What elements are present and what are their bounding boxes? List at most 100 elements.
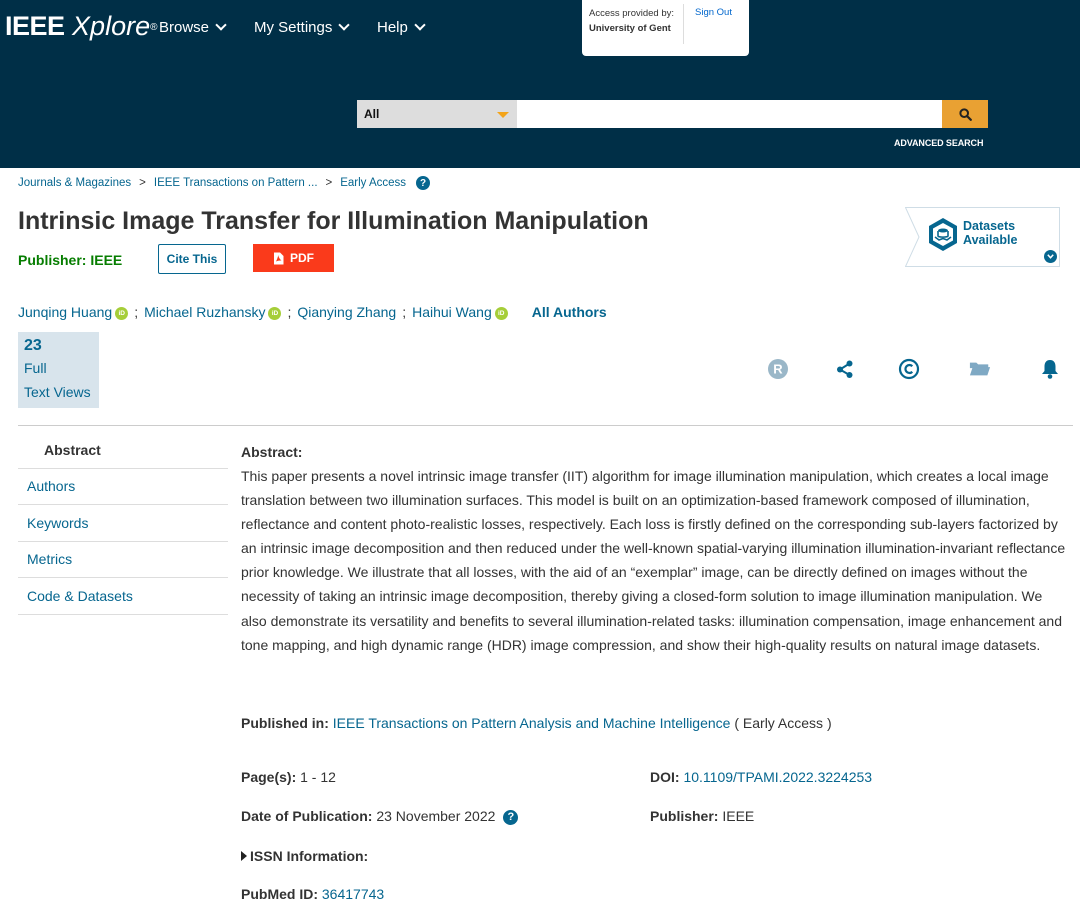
author-link[interactable]: Michael Ruzhansky iD bbox=[144, 304, 282, 320]
datasets-icon bbox=[929, 218, 957, 251]
doi-link[interactable]: 10.1109/TPAMI.2022.3224253 bbox=[683, 769, 872, 785]
institutional-access-box: Access provided by: University of Gent S… bbox=[582, 0, 749, 56]
author-separator: ; bbox=[134, 304, 139, 320]
pdf-icon bbox=[274, 252, 284, 264]
breadcrumb: Journals & Magazines > IEEE Transactions… bbox=[18, 176, 431, 190]
published-in-link[interactable]: IEEE Transactions on Pattern Analysis an… bbox=[333, 715, 731, 731]
sign-out-link[interactable]: Sign Out bbox=[695, 7, 732, 18]
nav-help-label: Help bbox=[377, 19, 408, 36]
sidebar-item-code-datasets[interactable]: Code & Datasets bbox=[18, 578, 228, 615]
datasets-label-line2: Available bbox=[963, 233, 1018, 247]
publication-date-label: Date of Publication: bbox=[241, 808, 373, 824]
share-icon[interactable] bbox=[834, 358, 856, 380]
chevron-down-icon[interactable] bbox=[1044, 250, 1057, 263]
nav-my-settings-label: My Settings bbox=[254, 19, 333, 36]
author-link[interactable]: Junqing Huang iD bbox=[18, 304, 129, 320]
search-scope-select[interactable]: All bbox=[357, 100, 517, 128]
section-divider bbox=[18, 425, 1073, 426]
copyright-glyph bbox=[898, 358, 920, 380]
datasets-label-line1: Datasets bbox=[963, 219, 1016, 233]
sidebar-item-abstract[interactable]: Abstract bbox=[18, 432, 228, 469]
author-name: Michael Ruzhansky bbox=[144, 304, 266, 320]
sidebar-item-authors[interactable]: Authors bbox=[18, 469, 228, 505]
full-text-views-count: 23 bbox=[24, 337, 42, 354]
ieee-xplore-logo[interactable]: IEEE Xplore® bbox=[5, 11, 157, 41]
sidebar-item-metrics[interactable]: Metrics bbox=[18, 542, 228, 578]
nav-help[interactable]: Help bbox=[377, 18, 426, 36]
access-info: Access provided by: University of Gent bbox=[589, 6, 685, 36]
publication-date-value: 23 November 2022 bbox=[376, 808, 496, 824]
chevron-down-icon bbox=[215, 18, 227, 31]
pages-label: Page(s): bbox=[241, 769, 297, 785]
author-name: Junqing Huang bbox=[18, 304, 113, 320]
published-in: Published in: IEEE Transactions on Patte… bbox=[241, 715, 832, 731]
search-button[interactable] bbox=[942, 100, 988, 128]
nav-browse[interactable]: Browse bbox=[159, 18, 227, 36]
pages-value: 1 - 12 bbox=[300, 769, 336, 785]
breadcrumb-publication[interactable]: IEEE Transactions on Pattern ... bbox=[154, 177, 318, 189]
author-link[interactable]: Haihui Wang iD bbox=[412, 304, 508, 320]
orcid-icon[interactable]: iD bbox=[268, 306, 282, 320]
abstract-heading: Abstract: bbox=[241, 444, 303, 460]
author-separator: ; bbox=[402, 304, 407, 320]
svg-text:R: R bbox=[773, 362, 783, 377]
doi-info: DOI: 10.1109/TPAMI.2022.3224253 bbox=[650, 769, 872, 785]
help-icon[interactable]: ? bbox=[416, 176, 431, 190]
datasets-available-badge[interactable]: Datasets Available bbox=[905, 207, 1060, 267]
top-header: IEEE Xplore® Browse My Settings Help Acc… bbox=[0, 0, 1080, 168]
pdf-button[interactable]: PDF bbox=[253, 244, 334, 272]
search-input[interactable] bbox=[517, 100, 942, 128]
document-title: Intrinsic Image Transfer for Illuminatio… bbox=[18, 207, 649, 235]
share-glyph bbox=[837, 360, 853, 378]
nav-browse-label: Browse bbox=[159, 19, 210, 36]
pubmed-label: PubMed ID: bbox=[241, 886, 318, 902]
publisher-info: Publisher: IEEE bbox=[650, 808, 754, 824]
datasets-available-label: Datasets Available bbox=[963, 219, 1017, 247]
metric-label-line1: Full bbox=[24, 360, 47, 376]
alert-bell-glyph bbox=[1042, 360, 1058, 379]
bell-icon[interactable] bbox=[1039, 358, 1061, 380]
chevron-glyph bbox=[1047, 254, 1054, 259]
author-separator: ; bbox=[287, 304, 292, 320]
orcid-icon[interactable]: iD bbox=[494, 306, 508, 320]
issn-label: ISSN Information: bbox=[250, 848, 369, 864]
caret-down-icon bbox=[497, 112, 509, 118]
publisher-detail-label: Publisher: bbox=[650, 808, 719, 824]
advanced-search-link[interactable]: ADVANCED SEARCH bbox=[894, 138, 983, 148]
caret-right-icon bbox=[241, 851, 247, 862]
author-name: Haihui Wang bbox=[412, 304, 492, 320]
sidebar-item-keywords[interactable]: Keywords bbox=[18, 505, 228, 542]
search-icon bbox=[958, 107, 972, 121]
author-link[interactable]: Qianying Zhang bbox=[297, 304, 396, 320]
document-sections-nav: Abstract Authors Keywords Metrics Code &… bbox=[18, 432, 228, 615]
pdf-button-label: PDF bbox=[290, 251, 314, 265]
all-authors-link[interactable]: All Authors bbox=[532, 304, 607, 320]
issn-toggle[interactable]: ISSN Information: bbox=[241, 848, 368, 864]
abstract-text: This paper presents a novel intrinsic im… bbox=[241, 468, 1066, 653]
folder-glyph bbox=[969, 362, 991, 376]
author-list: Junqing Huang iD ; Michael Ruzhansky iD ; … bbox=[18, 304, 607, 320]
publisher-detail-value: IEEE bbox=[722, 808, 755, 824]
breadcrumb-separator: > bbox=[325, 177, 333, 189]
author-name: Qianying Zhang bbox=[297, 304, 397, 320]
publication-date-info: Date of Publication: 23 November 2022 ? bbox=[241, 808, 519, 825]
published-in-label: Published in: bbox=[241, 715, 329, 731]
copyright-icon[interactable] bbox=[898, 358, 920, 380]
access-provided-label: Access provided by: bbox=[589, 8, 675, 19]
pubmed-link[interactable]: 36417743 bbox=[322, 886, 384, 902]
rights-permissions-icon[interactable]: R bbox=[767, 358, 789, 380]
breadcrumb-early-access[interactable]: Early Access bbox=[340, 177, 406, 189]
early-access-note: ( Early Access ) bbox=[734, 715, 832, 731]
metric-label-line2: Text Views bbox=[24, 384, 91, 400]
breadcrumb-journals[interactable]: Journals & Magazines bbox=[18, 177, 131, 189]
full-text-views-metric[interactable]: 23 Full Text Views bbox=[18, 332, 99, 408]
cite-this-button[interactable]: Cite This bbox=[158, 244, 226, 274]
access-institution: University of Gent bbox=[589, 23, 671, 34]
pages-info: Page(s): 1 - 12 bbox=[241, 769, 336, 785]
chevron-down-icon bbox=[414, 18, 426, 31]
folder-icon[interactable] bbox=[969, 358, 991, 380]
nav-my-settings[interactable]: My Settings bbox=[254, 18, 351, 36]
orcid-icon[interactable]: iD bbox=[115, 306, 129, 320]
help-icon[interactable]: ? bbox=[503, 809, 519, 825]
pubmed-info: PubMed ID: 36417743 bbox=[241, 886, 384, 902]
